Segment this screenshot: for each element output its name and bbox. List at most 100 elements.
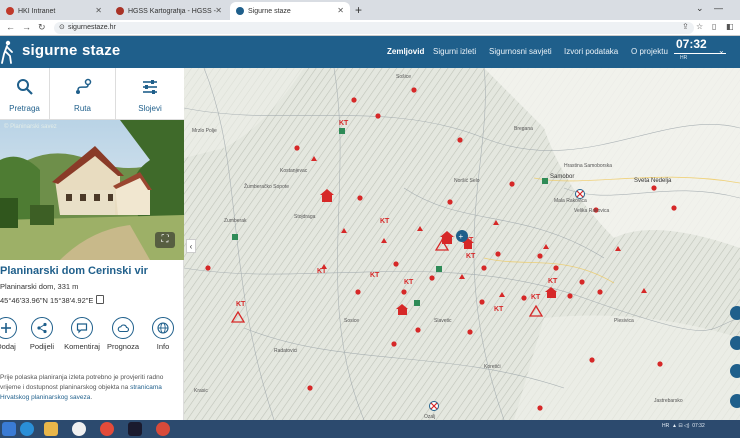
svg-text:KT: KT (236, 301, 246, 308)
clock-overlay: 07:32 (676, 37, 707, 51)
cloud-icon (112, 317, 134, 339)
tab-title: HKI Intranet (18, 7, 56, 15)
tab-favicon-icon (116, 7, 124, 15)
collapse-sidebar-button[interactable]: ‹ (186, 239, 196, 253)
map-label: Jastrebarsko (654, 398, 683, 404)
tab-title: Sigurne staze (248, 7, 291, 15)
info-action[interactable]: Info (143, 317, 183, 351)
topographic-map[interactable]: KTKTKTKTKTKTKTKTKTKTKT + Sošice Samobor … (184, 68, 740, 420)
address-bar-row: ← → ↻ ⊙ sigurnestaze.hr ⇪ ☆ ▯ ◧ (0, 20, 740, 36)
search-icon (16, 79, 33, 95)
map-label: Sveta Nedelja (634, 178, 672, 184)
browser-tab-bar: HKI Intranet ✕ HGSS Kartografija - HGSS … (0, 0, 740, 20)
map-label: Sosice (344, 318, 360, 324)
layers-tool-label: Slojevi (138, 104, 162, 113)
tab-favicon-icon (6, 7, 14, 15)
reload-icon[interactable]: ↻ (38, 22, 46, 33)
place-subtitle: Planinarski dom, 331 m (0, 282, 79, 291)
language-label[interactable]: HR (680, 55, 687, 61)
map-canvas[interactable]: KTKTKTKTKTKTKTKTKTKTKT + (184, 68, 740, 420)
forecast-action[interactable]: Prognoza (103, 317, 143, 351)
share-action[interactable]: Podijeli (22, 317, 62, 351)
nav-sigurnosni-savjeti[interactable]: Sigurnosni savjeti (489, 47, 552, 56)
minimize-icon[interactable]: — (714, 3, 723, 13)
info-label: Info (156, 342, 170, 351)
map-label: Bregana (514, 126, 533, 132)
route-tool-label: Ruta (74, 104, 91, 113)
tray-clock[interactable]: 07:32 (692, 423, 705, 429)
search-tool-button[interactable]: Pretraga (0, 68, 50, 120)
map-label: Žumberačko Sopote (244, 184, 290, 190)
svg-text:KT: KT (531, 294, 541, 301)
svg-text:KT: KT (466, 253, 476, 260)
chevron-down-icon[interactable]: ⌄ (718, 46, 725, 55)
expand-photo-button[interactable]: ⛶ (155, 232, 175, 248)
folder-icon[interactable] (44, 422, 58, 436)
bookmark-star-icon[interactable]: ☆ (696, 22, 703, 31)
site-info-icon[interactable]: ⊙ (59, 22, 65, 34)
map-control-button[interactable] (730, 394, 740, 408)
chrome-icon[interactable] (100, 422, 114, 436)
site-title[interactable]: sigurne staze (22, 42, 120, 59)
os-taskbar: HR ▲ ⊟ ◁) 07:32 (0, 420, 740, 438)
browser-tab-hgss[interactable]: HGSS Kartografija - HGSS - Hrvat ✕ (110, 2, 228, 20)
nav-izvori-podataka[interactable]: Izvori podataka (564, 47, 618, 56)
place-photo: © Planinarski savez ⛶ Planinarski dom Ce… (0, 120, 184, 323)
route-tool-button[interactable]: Ruta (50, 68, 116, 120)
forward-icon[interactable]: → (22, 22, 31, 32)
map-label: Mrzlo Polje (192, 128, 217, 134)
tray-language[interactable]: HR (662, 423, 669, 429)
comment-icon (71, 317, 93, 339)
layers-tool-button[interactable]: Slojevi (116, 68, 184, 120)
map-label: Plesivica (614, 318, 634, 324)
copy-icon[interactable] (96, 295, 104, 304)
map-label: Zumberak (224, 218, 247, 224)
opening-hours-note: Prije polaska planiranja izleta potrebno… (0, 373, 180, 402)
start-icon[interactable] (2, 422, 16, 436)
media-player-icon[interactable] (72, 422, 86, 436)
map-label: Slavetic (434, 318, 452, 324)
share-page-icon[interactable]: ⇪ (682, 22, 689, 31)
new-tab-button[interactable]: + (355, 3, 362, 17)
system-tray[interactable]: HR ▲ ⊟ ◁) 07:32 (662, 423, 705, 429)
layers-icon (143, 80, 157, 94)
comment-action[interactable]: Komentiraj (62, 317, 102, 351)
comment-label: Komentiraj (64, 342, 100, 351)
nav-o-projektu[interactable]: O projektu (631, 47, 668, 56)
place-title: Planinarski dom Cerinski vir (0, 265, 148, 277)
nav-sigurni-izleti[interactable]: Sigurni izleti (433, 47, 476, 56)
svg-text:KT: KT (404, 279, 414, 286)
map-control-button[interactable] (730, 306, 740, 320)
forecast-label: Prognoza (106, 342, 140, 351)
svg-text:KT: KT (548, 278, 558, 285)
nav-zemljovid[interactable]: Zemljovid (387, 47, 424, 56)
svg-text:KT: KT (339, 120, 349, 127)
extension-icon[interactable]: ◧ (726, 22, 734, 31)
map-label: Koretići (484, 364, 501, 370)
map-label: Noršić Selo (454, 178, 480, 184)
globe-icon (152, 317, 174, 339)
sidepanel-icon[interactable]: ▯ (712, 22, 716, 31)
url-input[interactable]: ⊙ sigurnestaze.hr (54, 22, 694, 34)
url-text: sigurnestaze.hr (68, 24, 116, 31)
browser-tab-sigurne-staze[interactable]: Sigurne staze ✕ (230, 2, 350, 20)
chrome-icon[interactable] (156, 422, 170, 436)
svg-text:+: + (459, 232, 464, 241)
browser-tab-hki[interactable]: HKI Intranet ✕ (0, 2, 108, 20)
map-control-button[interactable] (730, 336, 740, 350)
browser-icon[interactable] (20, 422, 34, 436)
close-tab-icon[interactable]: ✕ (337, 6, 344, 15)
route-icon (75, 78, 91, 94)
svg-text:KT: KT (494, 306, 504, 313)
close-tab-icon[interactable]: ✕ (95, 6, 102, 15)
note-end: . (90, 393, 93, 401)
chevron-down-icon[interactable]: ⌄ (696, 3, 704, 14)
back-icon[interactable]: ← (6, 22, 15, 32)
map-control-button[interactable] (730, 364, 740, 378)
close-tab-icon[interactable]: ✕ (215, 6, 222, 15)
search-tool-label: Pretraga (9, 104, 40, 113)
svg-text:KT: KT (317, 268, 327, 275)
map-label: Mala Rakovica (554, 198, 587, 204)
place-coordinates: 45°46'33.96"N 15°38'4.92"E (0, 296, 94, 305)
app-icon[interactable] (128, 422, 142, 436)
